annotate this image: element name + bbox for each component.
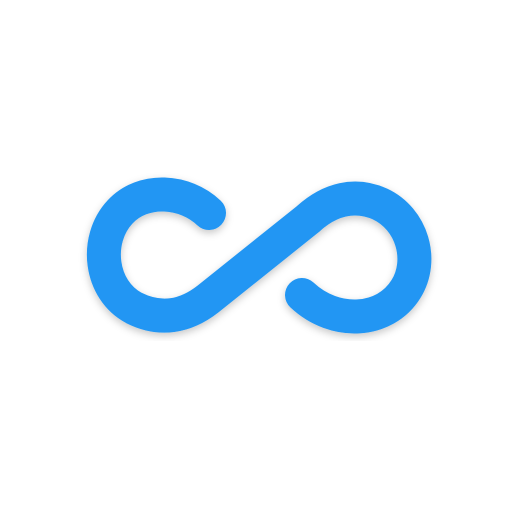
infinity-loop-svg xyxy=(86,177,432,334)
infinity-stroke xyxy=(86,177,432,334)
infinity-loop-icon xyxy=(0,0,512,512)
app-icon-canvas xyxy=(0,0,512,512)
